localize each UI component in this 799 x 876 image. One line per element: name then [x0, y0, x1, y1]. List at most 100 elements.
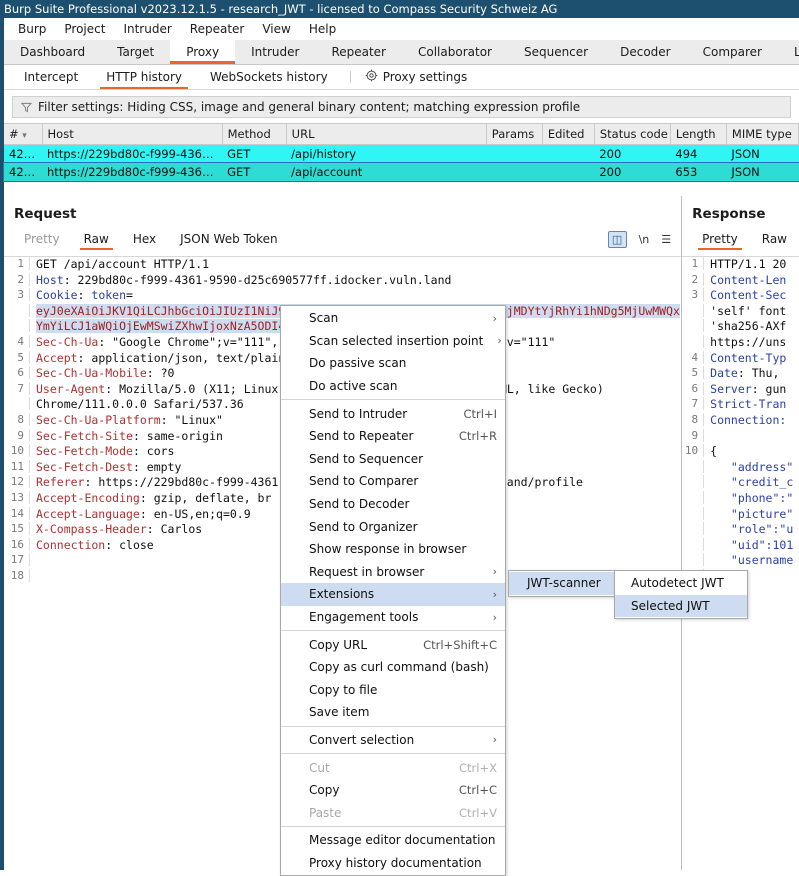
tab-intruder[interactable]: Intruder — [235, 40, 315, 64]
request-line-text: Sec-Ch-Ua-Mobile: ?0 — [36, 366, 174, 380]
context-menu-item-paste: PasteCtrl+V — [281, 801, 505, 824]
jwt-scanner-menu-item-autodetect-jwt[interactable]: Autodetect JWT — [615, 572, 747, 595]
subtab-websockets-history[interactable]: WebSockets history — [196, 65, 342, 89]
col-status-code[interactable]: Status code — [594, 124, 670, 145]
jwt-scanner-menu-item-selected-jwt[interactable]: Selected JWT — [615, 595, 747, 618]
tab-decoder[interactable]: Decoder — [604, 40, 687, 64]
response-line: "phone":" — [682, 491, 799, 507]
request-token: : 229bd80c-f999-4361-9590-d25c690577ff.i… — [64, 273, 452, 287]
context-menu-item-scan[interactable]: Scan› — [281, 307, 505, 330]
menu-burp[interactable]: Burp — [10, 20, 54, 38]
context-menu-item-label: Request in browser — [309, 565, 424, 579]
context-menu-item-extensions[interactable]: Extensions› — [281, 583, 505, 606]
table-row[interactable]: 4285 https://229bd80c-f999-4361… GET /ap… — [4, 145, 799, 164]
response-token: : Thu, — [738, 366, 786, 380]
tab-repeater[interactable]: Repeater — [315, 40, 402, 64]
proxy-settings-button[interactable]: Proxy settings — [359, 65, 474, 89]
context-menu-item-engagement-tools[interactable]: Engagement tools› — [281, 606, 505, 629]
context-menu-item-scan-selected-insertion-point[interactable]: Scan selected insertion point› — [281, 330, 505, 353]
menu-intruder[interactable]: Intruder — [115, 20, 179, 38]
response-line: 9 — [682, 429, 799, 445]
context-menu-item-send-to-intruder[interactable]: Send to IntruderCtrl+I — [281, 402, 505, 425]
request-line-text: GET /api/account HTTP/1.1 — [36, 257, 209, 271]
response-line: 3Content-Sec — [682, 288, 799, 304]
request-tab-pretty[interactable]: Pretty — [12, 228, 72, 250]
tab-dashboard[interactable]: Dashboard — [4, 40, 101, 64]
response-line: "picture" — [682, 507, 799, 523]
response-line: https://uns — [682, 335, 799, 351]
col-edited[interactable]: Edited — [542, 124, 594, 145]
context-menu-item-send-to-sequencer[interactable]: Send to Sequencer — [281, 448, 505, 471]
response-tab-raw[interactable]: Raw — [750, 228, 799, 250]
request-token: Accept-Encoding — [36, 491, 140, 505]
context-menu-item-copy[interactable]: CopyCtrl+C — [281, 779, 505, 802]
response-token: Strict-Tran — [710, 397, 786, 411]
extensions-menu-item-jwt-scanner[interactable]: JWT-scanner› — [509, 572, 615, 595]
request-token: : ?0 — [147, 366, 175, 380]
col-params[interactable]: Params — [486, 124, 542, 145]
chevron-right-icon: › — [479, 611, 497, 624]
request-token: : cors — [133, 444, 175, 458]
tab-comparer[interactable]: Comparer — [687, 40, 778, 64]
col-host[interactable]: Host — [42, 124, 222, 145]
menu-view[interactable]: View — [254, 20, 298, 38]
col-method[interactable]: Method — [222, 124, 286, 145]
col-mime-type[interactable]: MIME type — [726, 124, 798, 145]
context-menu-item-copy-as-curl-command-bash[interactable]: Copy as curl command (bash) — [281, 656, 505, 679]
menu-repeater[interactable]: Repeater — [182, 20, 253, 38]
menu-help[interactable]: Help — [301, 20, 344, 38]
context-menu-item-convert-selection[interactable]: Convert selection› — [281, 729, 505, 752]
response-line-text: "uid":101 — [710, 538, 793, 552]
context-menu-item-copy-to-file[interactable]: Copy to file — [281, 679, 505, 702]
context-menu-item-save-item[interactable]: Save item — [281, 701, 505, 724]
cell-method: GET — [222, 163, 286, 181]
table-row[interactable]: 4284 https://229bd80c-f999-4361… GET /ap… — [4, 163, 799, 181]
context-menu-item-proxy-history-documentation[interactable]: Proxy history documentation — [281, 852, 505, 875]
request-tab-hex[interactable]: Hex — [121, 228, 168, 250]
response-line-text: "phone":" — [710, 491, 793, 505]
context-menu-item-copy-url[interactable]: Copy URLCtrl+Shift+C — [281, 633, 505, 656]
request-line-number: 15 — [4, 522, 30, 535]
request-tab-raw[interactable]: Raw — [72, 228, 121, 250]
tab-target[interactable]: Target — [101, 40, 170, 64]
context-menu-item-show-response-in-browser[interactable]: Show response in browser — [281, 538, 505, 561]
col-num[interactable]: # ▾ — [4, 124, 42, 145]
request-line-text: Sec-Fetch-Site: same-origin — [36, 429, 223, 443]
response-line: 1HTTP/1.1 20 — [682, 257, 799, 273]
context-menu-item-do-active-scan[interactable]: Do active scan — [281, 375, 505, 398]
tab-sequencer[interactable]: Sequencer — [508, 40, 604, 64]
response-line-text: "role":"u — [710, 522, 793, 536]
response-code-area[interactable]: 1HTTP/1.1 202Content-Len3Content-Sec 'se… — [682, 256, 799, 870]
filter-settings-text: Filter settings: Hiding CSS, image and g… — [38, 100, 580, 114]
tab-proxy[interactable]: Proxy — [170, 40, 235, 64]
request-token: : close — [105, 538, 153, 552]
message-format-icon[interactable]: ◫ — [608, 231, 627, 248]
context-menu-item-send-to-repeater[interactable]: Send to RepeaterCtrl+R — [281, 425, 505, 448]
filter-settings-bar[interactable]: Filter settings: Hiding CSS, image and g… — [12, 96, 791, 118]
col-url[interactable]: URL — [286, 124, 486, 145]
subtab-intercept[interactable]: Intercept — [10, 65, 92, 89]
menu-project[interactable]: Project — [56, 20, 113, 38]
response-tab-pretty[interactable]: Pretty — [690, 228, 750, 250]
context-menu-item-send-to-organizer[interactable]: Send to Organizer — [281, 515, 505, 538]
chevron-right-icon: › — [479, 312, 497, 325]
request-editor-tools: ◫ \n ☰ — [608, 228, 672, 250]
col-length[interactable]: Length — [670, 124, 726, 145]
newline-toggle[interactable]: \n — [639, 233, 650, 246]
context-menu-item-message-editor-documentation[interactable]: Message editor documentation — [281, 829, 505, 852]
tab-collaborator[interactable]: Collaborator — [402, 40, 508, 64]
request-token: token — [91, 288, 126, 302]
tab-logger[interactable]: Logger — [778, 40, 799, 64]
context-menu-item-send-to-comparer[interactable]: Send to Comparer — [281, 470, 505, 493]
subtab-http-history[interactable]: HTTP history — [92, 65, 196, 89]
chevron-right-icon: › — [479, 565, 497, 578]
hamburger-menu-icon[interactable]: ☰ — [661, 233, 671, 246]
context-menu-item-do-passive-scan[interactable]: Do passive scan — [281, 352, 505, 375]
request-line-number: 4 — [4, 335, 30, 348]
request-line-text: Accept-Language: en-US,en;q=0.9 — [36, 507, 251, 521]
context-menu-item-request-in-browser[interactable]: Request in browser › — [281, 561, 505, 584]
context-menu-item-send-to-decoder[interactable]: Send to Decoder — [281, 493, 505, 516]
cell-length: 494 — [670, 145, 726, 164]
request-tab-json-web-token[interactable]: JSON Web Token — [168, 228, 290, 250]
context-menu-separator — [281, 726, 505, 727]
